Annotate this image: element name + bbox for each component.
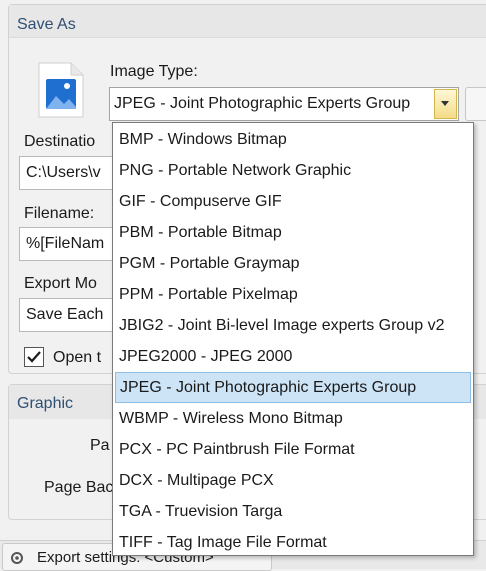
destination-label: Destinatio bbox=[24, 133, 96, 150]
open-label: Open t bbox=[53, 349, 102, 366]
dropdown-option[interactable]: JBIG2 - Joint Bi-level Image experts Gro… bbox=[115, 310, 471, 341]
image-file-icon bbox=[38, 62, 84, 118]
dropdown-option[interactable]: GIF - Compuserve GIF bbox=[115, 186, 471, 217]
dropdown-option[interactable]: PPM - Portable Pixelmap bbox=[115, 279, 471, 310]
chevron-down-icon bbox=[441, 101, 449, 106]
dropdown-option[interactable]: PCX - PC Paintbrush File Format bbox=[115, 434, 471, 465]
graphic-title: Graphic bbox=[17, 395, 74, 412]
image-type-value: JPEG - Joint Photographic Experts Group bbox=[114, 95, 411, 112]
options-button[interactable] bbox=[465, 87, 486, 121]
dropdown-option[interactable]: TIFF - Tag Image File Format bbox=[115, 527, 471, 558]
filename-label: Filename: bbox=[24, 205, 95, 222]
save-as-header bbox=[9, 5, 486, 38]
dropdown-option[interactable]: PGM - Portable Graymap bbox=[115, 248, 471, 279]
pa-label: Pa bbox=[90, 437, 110, 454]
dropdown-option[interactable]: DCX - Multipage PCX bbox=[115, 465, 471, 496]
dropdown-option[interactable]: BMP - Windows Bitmap bbox=[115, 124, 471, 155]
checkmark-icon bbox=[27, 351, 41, 363]
dropdown-option[interactable]: TGA - Truevision Targa bbox=[115, 496, 471, 527]
gear-icon bbox=[11, 552, 23, 564]
export-mode-label: Export Mo bbox=[24, 275, 97, 292]
save-as-title: Save As bbox=[17, 16, 76, 33]
dropdown-option[interactable]: PBM - Portable Bitmap bbox=[115, 217, 471, 248]
image-type-label: Image Type: bbox=[110, 63, 198, 80]
dropdown-option[interactable]: PNG - Portable Network Graphic bbox=[115, 155, 471, 186]
dropdown-option[interactable]: JPEG2000 - JPEG 2000 bbox=[115, 341, 471, 372]
dropdown-option[interactable]: JPEG - Joint Photographic Experts Group bbox=[115, 372, 471, 403]
image-type-dropdown-list[interactable]: BMP - Windows Bitmap PNG - Portable Netwo… bbox=[112, 122, 474, 556]
dropdown-option[interactable]: WBMP - Wireless Mono Bitmap bbox=[115, 403, 471, 434]
open-checkbox[interactable] bbox=[24, 347, 44, 367]
page-background-label: Page Bac bbox=[44, 479, 114, 496]
